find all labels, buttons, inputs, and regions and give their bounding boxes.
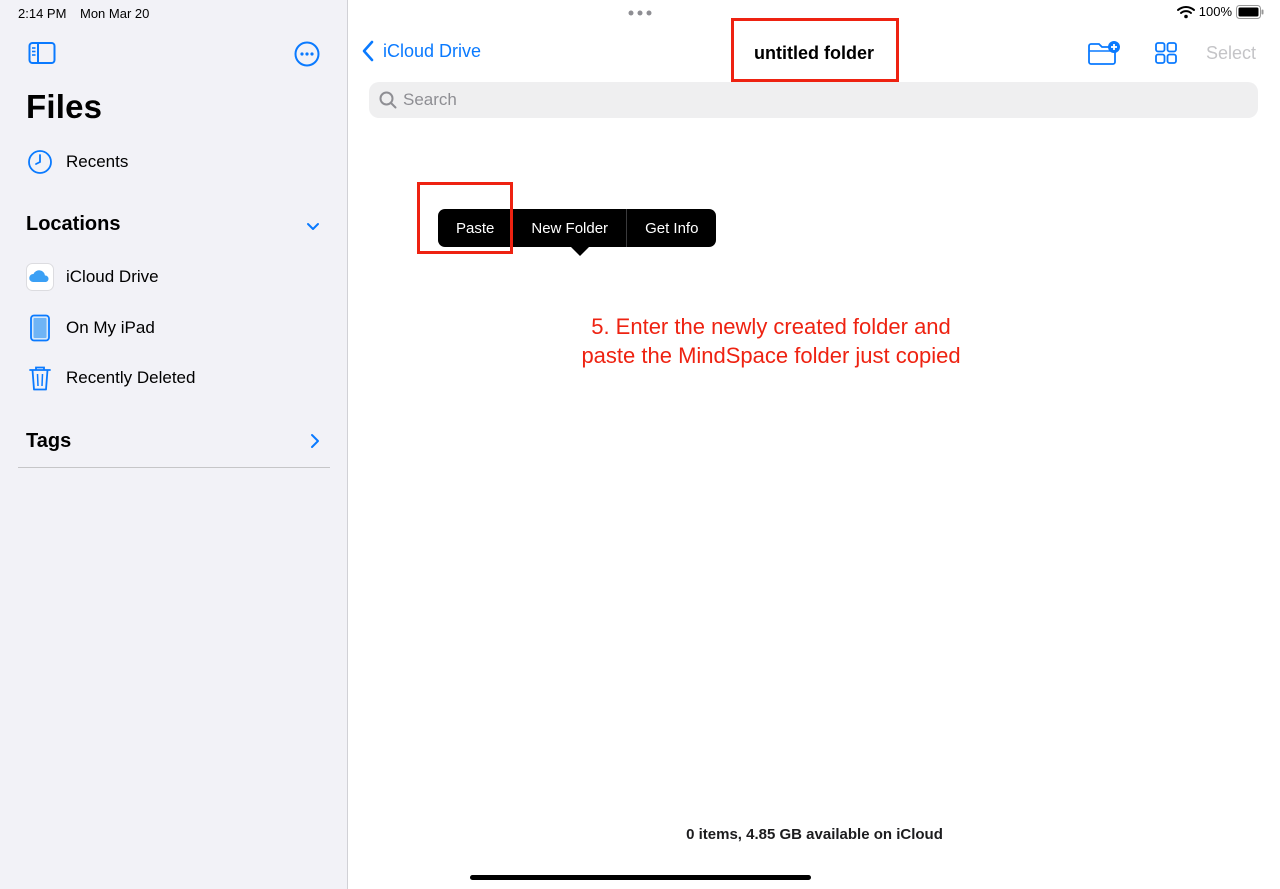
- annotation-line-2: paste the MindSpace folder just copied: [581, 343, 961, 368]
- sidebar-item-recents[interactable]: Recents: [26, 144, 128, 180]
- clock-icon: [26, 148, 54, 176]
- sidebar-item-label: On My iPad: [66, 318, 155, 337]
- chevron-right-icon[interactable]: [306, 432, 324, 450]
- battery-percentage: 100%: [1198, 4, 1232, 19]
- wifi-icon: [1176, 5, 1195, 18]
- back-button[interactable]: iCloud Drive: [361, 40, 481, 62]
- multitasking-dots-icon[interactable]: [627, 8, 653, 18]
- status-date: Mon Mar 20: [80, 6, 150, 21]
- sidebar-title: Files: [26, 88, 103, 125]
- sidebar-item-recently-deleted[interactable]: Recently Deleted: [26, 360, 195, 396]
- context-menu-pointer: [570, 246, 590, 256]
- chevron-left-icon: [362, 40, 374, 62]
- sidebar-item-label: Recently Deleted: [66, 368, 196, 387]
- grid-view-button[interactable]: [1155, 42, 1177, 64]
- ipad-icon: [26, 314, 54, 342]
- select-button[interactable]: Select: [1206, 43, 1256, 64]
- trash-icon: [26, 364, 54, 392]
- grid-icon: [1155, 42, 1177, 64]
- sidebar-item-on-my-ipad[interactable]: On My iPad: [26, 310, 155, 346]
- annotation-line-1: 5. Enter the newly created folder and: [591, 314, 951, 339]
- back-button-label: iCloud Drive: [383, 40, 482, 61]
- tags-section-title[interactable]: Tags: [26, 430, 71, 453]
- sidebar-item-label: Recents: [66, 152, 129, 171]
- sidebar-toggle-button[interactable]: [28, 41, 56, 65]
- sidebar-item-label: iCloud Drive: [66, 267, 159, 286]
- new-folder-button[interactable]: [1087, 40, 1121, 66]
- storage-status: 0 items, 4.85 GB available on iCloud: [686, 826, 943, 843]
- sidebar-icon: [28, 42, 56, 64]
- sidebar: 2:14 PM Mon Mar 20 Files Recents Locatio…: [0, 0, 348, 889]
- battery-icon: [1236, 4, 1264, 19]
- sidebar-item-icloud-drive[interactable]: iCloud Drive: [26, 259, 159, 295]
- get-info-menu-item[interactable]: Get Info: [627, 209, 716, 247]
- instruction-annotation: 5. Enter the newly created folder and pa…: [539, 312, 1003, 370]
- more-options-button[interactable]: [294, 41, 320, 67]
- icloud-icon: [26, 263, 54, 291]
- main-content: 100% iCloud Drive untitled folder Select…: [349, 0, 1280, 889]
- folder-badge-plus-icon: [1088, 41, 1120, 65]
- status-time: 2:14 PM: [18, 6, 67, 21]
- ellipsis-circle-icon: [294, 41, 320, 67]
- home-indicator[interactable]: [470, 875, 811, 880]
- highlight-box-paste: [417, 182, 513, 254]
- search-bar[interactable]: [369, 82, 1258, 118]
- highlight-box-title: [731, 18, 899, 82]
- locations-section-title[interactable]: Locations: [26, 213, 120, 236]
- new-folder-menu-item[interactable]: New Folder: [513, 209, 628, 247]
- chevron-down-icon[interactable]: [304, 217, 322, 235]
- divider: [18, 467, 330, 468]
- search-icon: [379, 91, 397, 109]
- status-indicators: 100%: [1176, 4, 1264, 19]
- search-input[interactable]: [403, 90, 1203, 110]
